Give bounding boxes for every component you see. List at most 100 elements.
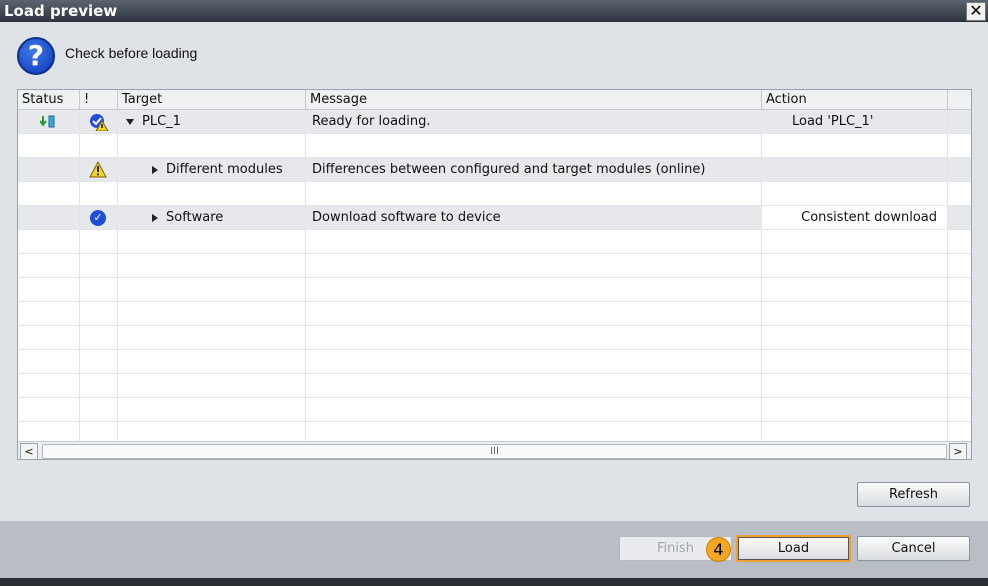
message-cell (306, 326, 762, 349)
action-cell (762, 374, 948, 397)
message-cell (306, 302, 762, 325)
filler-cell (948, 398, 971, 421)
scroll-thumb[interactable]: III (42, 444, 947, 459)
table-row (18, 374, 971, 398)
filler-cell (948, 278, 971, 301)
message-cell (306, 278, 762, 301)
target-cell (118, 326, 306, 349)
flag-cell (80, 134, 118, 157)
filler-cell (948, 182, 971, 205)
action-cell (762, 350, 948, 373)
expand-arrow-icon[interactable] (152, 165, 158, 174)
ok-warning-icon (90, 114, 109, 131)
ok-icon: ✓ (90, 210, 106, 226)
window-bottom-edge (0, 578, 988, 586)
status-cell (18, 134, 80, 157)
window-titlebar: Load preview ✕ (0, 0, 988, 22)
flag-cell: ✓ (80, 206, 118, 229)
message-cell (306, 254, 762, 277)
message-cell: Differences between configured and targe… (306, 158, 762, 181)
horizontal-scrollbar[interactable]: < III > (18, 441, 971, 459)
action-cell (762, 134, 948, 157)
load-preview-table: Status ! Target Message Action PLC_1 Rea… (17, 89, 972, 460)
target-cell (118, 302, 306, 325)
table-row-different-modules[interactable]: Different modules Differences between co… (18, 158, 971, 182)
message-cell (306, 398, 762, 421)
filler-cell (948, 158, 971, 181)
target-cell: Software (118, 206, 306, 229)
target-cell (118, 374, 306, 397)
action-cell[interactable]: Load 'PLC_1' (762, 110, 948, 133)
table-body: PLC_1 Ready for loading. Load 'PLC_1' Di… (18, 110, 971, 446)
step-callout: 4 (706, 537, 731, 562)
table-row-software[interactable]: ✓ Software Download software to device C… (18, 206, 971, 230)
filler-cell (948, 134, 971, 157)
download-icon (40, 115, 55, 128)
message-cell: Ready for loading. (306, 110, 762, 133)
help-icon: ? (17, 37, 55, 75)
target-cell (118, 278, 306, 301)
table-row (18, 134, 971, 158)
status-cell (18, 230, 80, 253)
flag-cell (80, 278, 118, 301)
expand-arrow-icon[interactable] (126, 118, 134, 125)
target-cell (118, 254, 306, 277)
table-row-plc[interactable]: PLC_1 Ready for loading. Load 'PLC_1' (18, 110, 971, 134)
table-row (18, 230, 971, 254)
column-action[interactable]: Action (762, 90, 948, 110)
scroll-left-button[interactable]: < (20, 443, 38, 459)
expand-arrow-icon[interactable] (152, 213, 158, 222)
message-cell (306, 350, 762, 373)
action-cell (762, 398, 948, 421)
message-cell (306, 374, 762, 397)
table-header: Status ! Target Message Action (18, 90, 971, 110)
status-cell (18, 206, 80, 229)
flag-cell (80, 326, 118, 349)
column-filler (948, 90, 971, 110)
flag-cell (80, 302, 118, 325)
action-cell (762, 158, 948, 181)
flag-cell (80, 398, 118, 421)
target-cell (118, 398, 306, 421)
table-row (18, 278, 971, 302)
header-text: Check before loading (65, 45, 198, 61)
close-button[interactable]: ✕ (966, 2, 986, 21)
flag-cell (80, 182, 118, 205)
column-message[interactable]: Message (306, 90, 762, 110)
action-cell (762, 278, 948, 301)
refresh-button[interactable]: Refresh (857, 482, 970, 507)
filler-cell (948, 230, 971, 253)
filler-cell (948, 374, 971, 397)
scroll-right-button[interactable]: > (949, 443, 967, 459)
flag-cell (80, 230, 118, 253)
filler-cell (948, 254, 971, 277)
message-cell (306, 230, 762, 253)
table-row (18, 302, 971, 326)
status-cell (18, 374, 80, 397)
flag-cell (80, 254, 118, 277)
filler-cell (948, 326, 971, 349)
table-row (18, 182, 971, 206)
status-cell (18, 278, 80, 301)
message-cell: Download software to device (306, 206, 762, 229)
filler-cell (948, 302, 971, 325)
action-cell (762, 302, 948, 325)
action-cell[interactable]: Consistent download (762, 206, 948, 229)
filler-cell (948, 350, 971, 373)
status-cell (18, 350, 80, 373)
flag-cell (80, 158, 118, 181)
status-cell (18, 158, 80, 181)
column-target[interactable]: Target (118, 90, 306, 110)
filler-cell (948, 110, 971, 133)
flag-cell (80, 374, 118, 397)
load-button[interactable]: Load (736, 535, 851, 562)
column-flag[interactable]: ! (80, 90, 118, 110)
action-cell (762, 326, 948, 349)
target-cell (118, 230, 306, 253)
target-label: PLC_1 (142, 114, 181, 129)
cancel-button[interactable]: Cancel (857, 536, 970, 561)
target-cell (118, 350, 306, 373)
flag-cell (80, 110, 118, 133)
table-row (18, 254, 971, 278)
column-status[interactable]: Status (18, 90, 80, 110)
